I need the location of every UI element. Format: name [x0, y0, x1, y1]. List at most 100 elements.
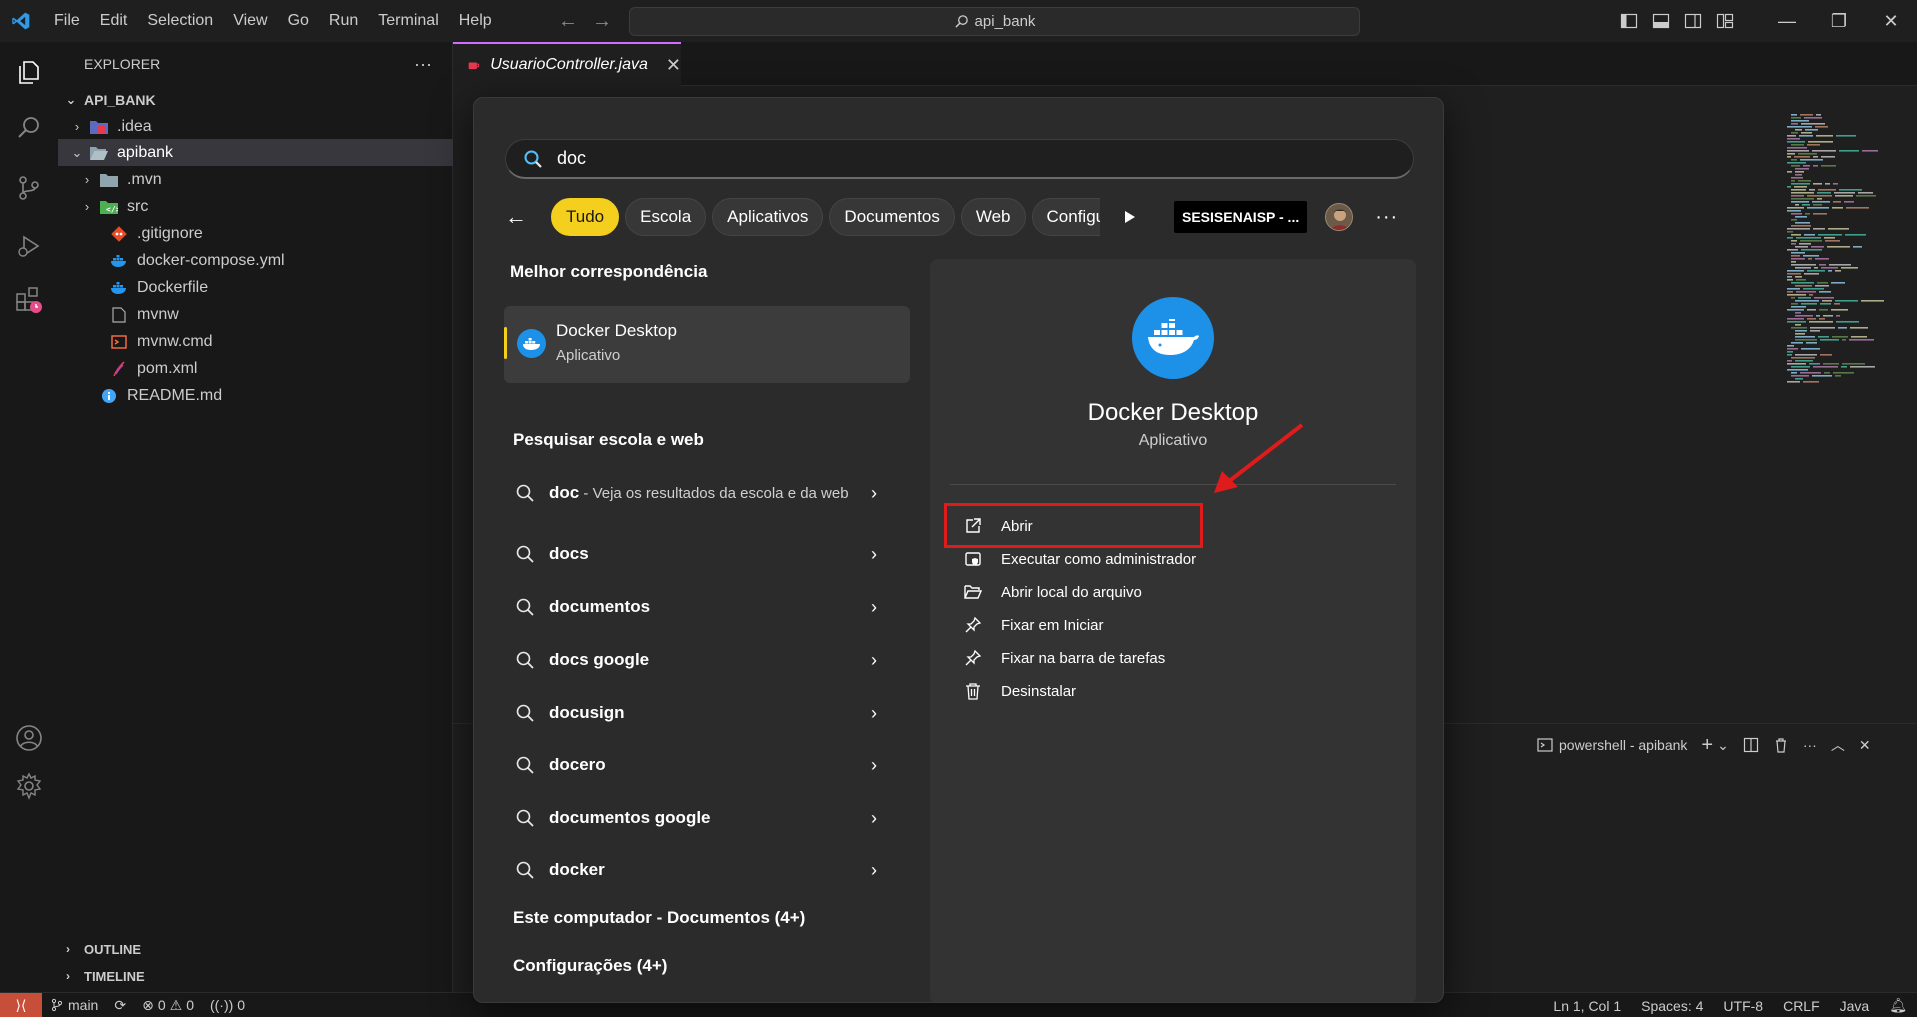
more-actions-icon[interactable]: ···: [414, 54, 432, 75]
tree-item-mvnw-cmd[interactable]: mvnw.cmd: [58, 328, 453, 355]
menu-terminal[interactable]: Terminal: [368, 0, 448, 42]
bell-icon[interactable]: 🔔︎: [1879, 997, 1917, 1014]
search-icon: [954, 15, 968, 28]
toggle-secondary-sidebar-icon[interactable]: [1684, 12, 1702, 30]
encoding[interactable]: UTF-8: [1713, 998, 1773, 1014]
close-panel-icon[interactable]: ✕: [1859, 737, 1871, 754]
terminal-label[interactable]: powershell - apibank: [1559, 737, 1687, 753]
search-icon[interactable]: [9, 108, 49, 148]
avatar[interactable]: [1325, 203, 1354, 231]
cursor-position[interactable]: Ln 1, Col 1: [1543, 998, 1631, 1014]
filter-configuracoes[interactable]: Configurações: [1031, 198, 1100, 236]
suggestion-item[interactable]: doc - Veja os resultados da escola e da …: [510, 463, 902, 523]
computer-documents-heading[interactable]: Este computador - Documentos (4+): [513, 908, 805, 928]
minimap[interactable]: [1785, 112, 1905, 392]
tree-item-mvn[interactable]: › .mvn: [58, 166, 453, 193]
menu-edit[interactable]: Edit: [90, 0, 138, 42]
settings-heading[interactable]: Configurações (4+): [513, 956, 667, 976]
window-controls: — ❐ ✕: [1761, 0, 1917, 42]
suggestion-item[interactable]: documentos ›: [510, 582, 902, 632]
suggestion-item[interactable]: docs google ›: [510, 635, 902, 685]
menu-go[interactable]: Go: [278, 0, 319, 42]
toggle-panel-icon[interactable]: [1652, 12, 1670, 30]
explorer-header: EXPLORER ···: [58, 42, 452, 86]
maximize-panel-icon[interactable]: ︿: [1831, 735, 1845, 755]
sync-icon[interactable]: ⟳: [106, 997, 134, 1014]
explorer-icon[interactable]: [9, 52, 49, 92]
line-endings[interactable]: CRLF: [1773, 998, 1830, 1014]
tree-item-label: .mvn: [127, 170, 162, 188]
action-uninstall[interactable]: Desinstalar: [963, 671, 1076, 711]
best-match-type: Aplicativo: [556, 347, 621, 364]
maven-icon: [110, 360, 128, 378]
scroll-filters-play-icon[interactable]: [1112, 198, 1148, 236]
close-tab-icon[interactable]: ✕: [666, 55, 681, 76]
layout-controls: [1620, 0, 1734, 42]
suggestion-item[interactable]: docs ›: [510, 529, 902, 579]
customize-layout-icon[interactable]: [1716, 12, 1734, 30]
tree-item-apibank[interactable]: ⌄ apibank: [58, 139, 453, 166]
split-terminal-icon[interactable]: [1743, 737, 1759, 753]
ports-indicator[interactable]: ((·)) 0: [202, 997, 253, 1013]
filter-aplicativos[interactable]: Aplicativos: [712, 198, 824, 236]
menu-selection[interactable]: Selection: [137, 0, 223, 42]
tree-item-readme[interactable]: README.md: [58, 382, 453, 409]
forward-arrow-icon[interactable]: →: [592, 10, 612, 33]
trash-icon[interactable]: [1773, 737, 1789, 753]
tree-item-idea[interactable]: › .idea: [58, 113, 453, 140]
docker-icon: [1132, 297, 1214, 379]
search-box[interactable]: [505, 139, 1414, 179]
filter-tudo[interactable]: Tudo: [551, 198, 620, 236]
tree-item-mvnw[interactable]: mvnw: [58, 301, 453, 328]
remote-icon[interactable]: ⟩⟨: [0, 992, 42, 1017]
toggle-sidebar-icon[interactable]: [1620, 12, 1638, 30]
tree-item-gitignore[interactable]: .gitignore: [58, 220, 453, 247]
search-icon: [516, 809, 534, 827]
organization-badge[interactable]: SESISENAISP - ...: [1174, 201, 1308, 233]
restore-icon[interactable]: ❐: [1813, 11, 1865, 32]
filter-web[interactable]: Web: [960, 198, 1026, 236]
chevron-down-icon[interactable]: ⌄: [1717, 737, 1729, 754]
action-label: Fixar em Iniciar: [1001, 616, 1104, 634]
tree-item-dockerfile[interactable]: Dockerfile: [58, 274, 453, 301]
menu-file[interactable]: File: [44, 0, 90, 42]
annotation-arrow-icon: [1214, 423, 1304, 493]
back-arrow-icon[interactable]: ←: [558, 10, 578, 33]
new-terminal-icon[interactable]: +: [1701, 734, 1713, 757]
minimize-icon[interactable]: —: [1761, 11, 1813, 32]
filter-escola[interactable]: Escola: [625, 198, 707, 236]
back-arrow-icon[interactable]: ←: [505, 197, 545, 237]
accounts-icon[interactable]: [9, 718, 49, 758]
tree-item-src[interactable]: › </> src: [58, 193, 453, 220]
menu-help[interactable]: Help: [449, 0, 502, 42]
search-input[interactable]: [557, 148, 1357, 169]
run-debug-icon[interactable]: [9, 226, 49, 266]
menu-run[interactable]: Run: [319, 0, 368, 42]
settings-gear-icon[interactable]: [9, 766, 49, 806]
git-branch[interactable]: main: [42, 997, 106, 1013]
suggestion-item[interactable]: docusign ›: [510, 688, 902, 738]
panel-more-icon[interactable]: ···: [1803, 737, 1817, 753]
tree-item-pom[interactable]: pom.xml: [58, 355, 453, 382]
more-options-icon[interactable]: ···: [1375, 206, 1398, 229]
outline-section[interactable]: › OUTLINE: [58, 936, 453, 962]
chevron-right-icon: ›: [66, 969, 70, 983]
language-mode[interactable]: Java: [1830, 998, 1880, 1014]
source-control-icon[interactable]: [9, 168, 49, 208]
tab-usuario-controller[interactable]: UsuarioController.java ✕: [453, 42, 681, 86]
suggestion-item[interactable]: docero ›: [510, 740, 902, 790]
suggestion-item[interactable]: documentos google ›: [510, 793, 902, 843]
filter-documentos[interactable]: Documentos: [829, 198, 955, 236]
timeline-section[interactable]: › TIMELINE: [58, 963, 453, 989]
extensions-icon[interactable]: [9, 280, 49, 320]
problems-indicator[interactable]: ⊗ 0 ⚠ 0: [134, 997, 202, 1014]
suggestion-item[interactable]: docker ›: [510, 845, 902, 895]
section-label: TIMELINE: [84, 968, 145, 984]
indentation[interactable]: Spaces: 4: [1631, 998, 1713, 1014]
best-match-result[interactable]: Docker Desktop Aplicativo: [504, 306, 910, 383]
project-root[interactable]: ⌄ API_BANK: [58, 86, 453, 113]
close-window-icon[interactable]: ✕: [1865, 11, 1917, 32]
command-center-search[interactable]: api_bank: [629, 7, 1360, 36]
menu-view[interactable]: View: [223, 0, 277, 42]
tree-item-docker-compose[interactable]: docker-compose.yml: [58, 247, 453, 274]
